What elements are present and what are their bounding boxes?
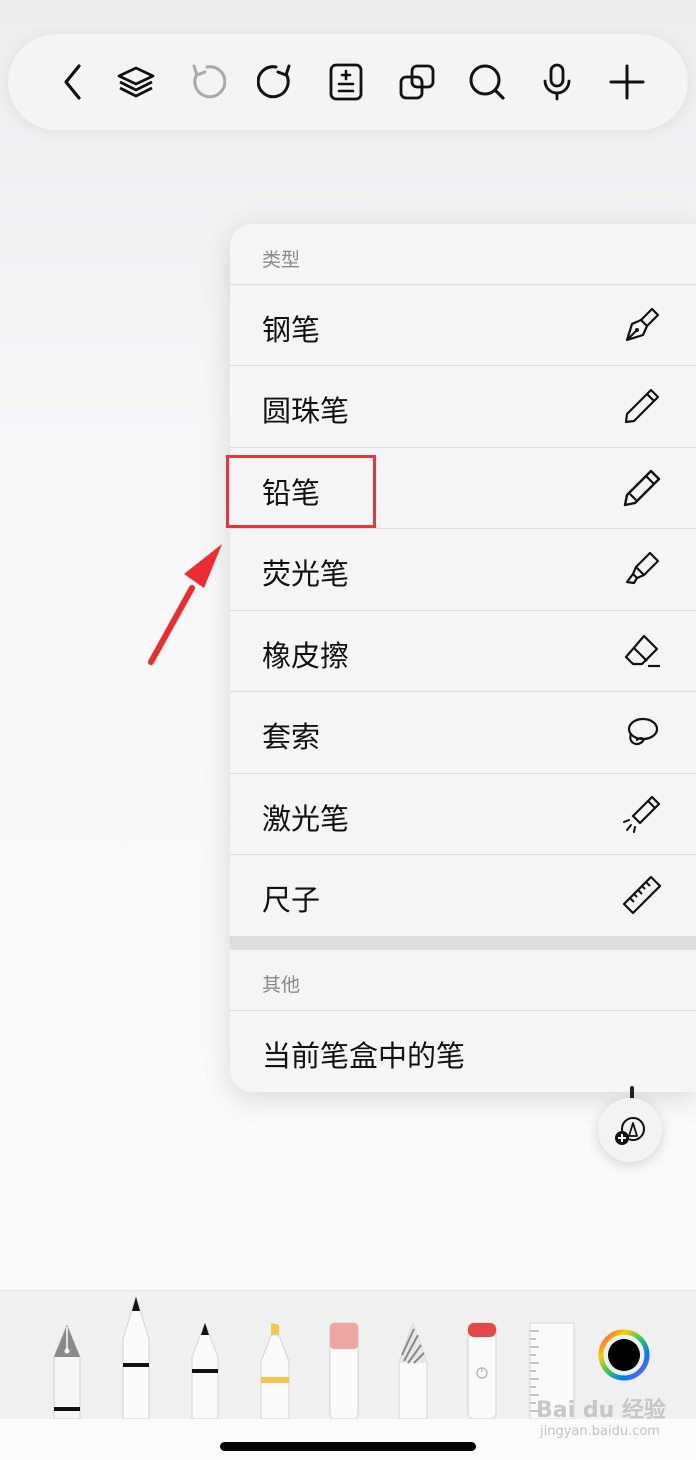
fountain-pen-icon xyxy=(622,305,662,345)
highlighter-tool[interactable] xyxy=(260,1321,290,1419)
ballpoint-pen-icon xyxy=(622,386,662,426)
watermark-url: jingyan.baidu.com xyxy=(540,1424,660,1439)
menu-item-fountain-pen[interactable]: 钢笔 xyxy=(230,284,696,365)
undo-icon[interactable] xyxy=(186,62,226,102)
ruler-icon xyxy=(622,875,662,915)
section-label-other: 其他 xyxy=(262,974,301,996)
menu-item-lasso[interactable]: 套索 xyxy=(230,691,696,772)
highlighter-icon xyxy=(622,549,662,589)
top-toolbar xyxy=(8,34,688,130)
menu-item-label: 当前笔盒中的笔 xyxy=(262,1039,466,1073)
menu-item-eraser[interactable]: 橡皮擦 xyxy=(230,610,696,691)
menu-item-highlighter[interactable]: 荧光笔 xyxy=(230,528,696,609)
plus-icon[interactable] xyxy=(607,62,647,102)
duplicate-icon[interactable] xyxy=(397,62,437,102)
pen-tool[interactable] xyxy=(122,1295,150,1419)
color-picker[interactable] xyxy=(598,1329,650,1381)
pencil-icon xyxy=(622,468,662,508)
watermark-logo: Bai du 经验 xyxy=(536,1398,666,1423)
menu-item-ballpoint-pen[interactable]: 圆珠笔 xyxy=(230,365,696,446)
eraser-tool[interactable] xyxy=(329,1321,359,1419)
eraser-icon xyxy=(622,631,662,671)
annotation-highlight-box xyxy=(226,455,376,528)
menu-item-current-pen-case[interactable]: 当前笔盒中的笔 xyxy=(230,1010,696,1091)
laser-pointer-tool[interactable] xyxy=(467,1321,497,1419)
menu-item-label: 套索 xyxy=(262,720,321,754)
fountain-pen-tool[interactable] xyxy=(50,1323,84,1419)
search-icon[interactable] xyxy=(467,62,507,102)
menu-item-laser-pointer[interactable]: 激光笔 xyxy=(230,773,696,854)
menu-item-label: 激光笔 xyxy=(262,802,350,836)
menu-item-label: 尺子 xyxy=(262,883,321,917)
chevron-left-icon[interactable] xyxy=(54,62,94,102)
add-pen-button[interactable] xyxy=(598,1098,662,1162)
menu-item-ruler[interactable]: 尺子 xyxy=(230,854,696,935)
laser-pointer-icon xyxy=(622,794,662,834)
pencil-tool[interactable] xyxy=(191,1321,219,1419)
page-adjust-icon[interactable] xyxy=(326,62,366,102)
menu-item-label: 圆珠笔 xyxy=(262,394,350,428)
section-label-type: 类型 xyxy=(262,249,301,271)
section-separator xyxy=(230,936,696,950)
home-indicator xyxy=(220,1442,476,1451)
microphone-icon[interactable] xyxy=(537,62,577,102)
menu-item-label: 橡皮擦 xyxy=(262,639,350,673)
layers-icon[interactable] xyxy=(116,62,156,102)
pen-type-menu: 类型 钢笔 圆珠笔 铅笔 荧光笔 橡皮擦 套索 激光笔 尺子 其他 当前笔盒中的… xyxy=(230,224,696,1092)
menu-item-label: 钢笔 xyxy=(262,313,321,347)
menu-item-label: 荧光笔 xyxy=(262,557,350,591)
redo-icon[interactable] xyxy=(257,62,297,102)
annotation-arrow-icon xyxy=(148,544,222,665)
lasso-icon xyxy=(622,712,662,752)
add-pen-icon xyxy=(615,1117,645,1145)
lasso-tool[interactable] xyxy=(398,1321,428,1419)
